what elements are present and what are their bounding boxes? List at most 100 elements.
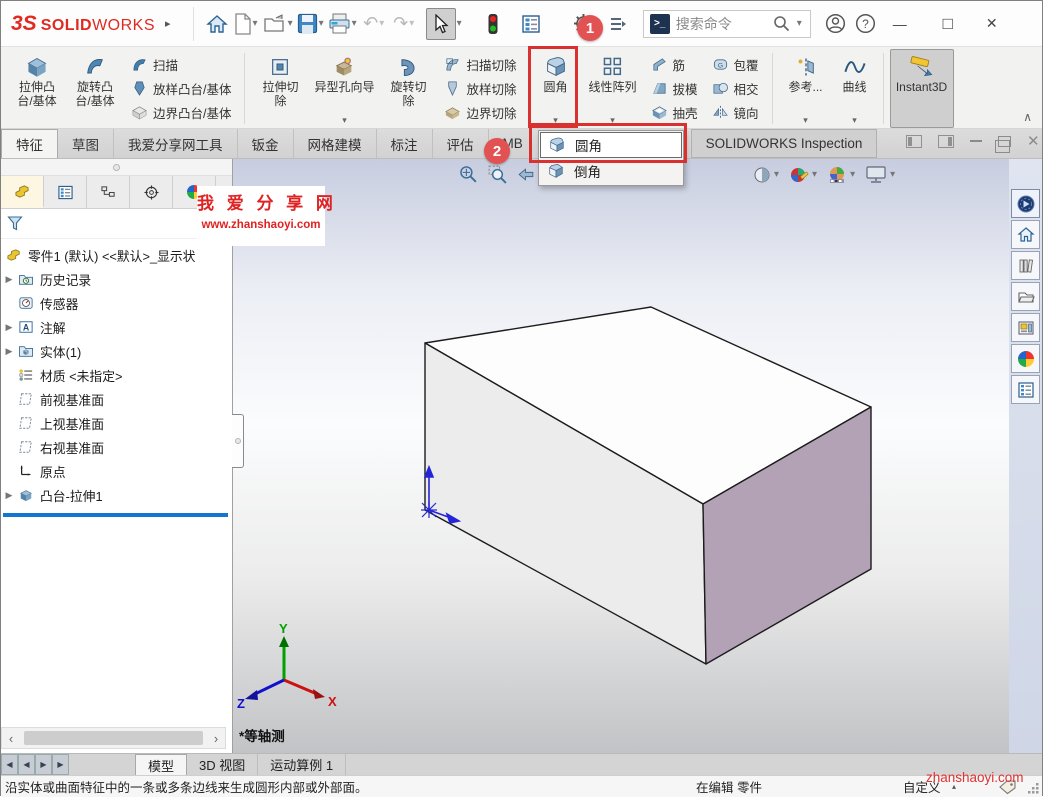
tree-item-history[interactable]: ▶ 历史记录 bbox=[1, 267, 232, 291]
file-explorer-button[interactable] bbox=[1011, 282, 1040, 311]
chevron-down-icon[interactable]: ▾ bbox=[797, 18, 802, 29]
custom-properties-button[interactable] bbox=[1011, 375, 1040, 404]
tree-item-solid-bodies[interactable]: ▶ 实体(1) bbox=[1, 339, 232, 363]
tab-dimxpert[interactable] bbox=[130, 176, 173, 208]
chevron-down-icon[interactable]: ▾ bbox=[352, 18, 357, 29]
tab-sheet-metal[interactable]: 钣金 bbox=[238, 129, 294, 158]
tag-icon[interactable] bbox=[998, 779, 1018, 795]
tree-item-boss-extrude1[interactable]: ▶ 凸台-拉伸1 bbox=[1, 483, 232, 507]
mirror-button[interactable]: 镜向 bbox=[707, 100, 764, 124]
tree-root[interactable]: 零件1 (默认) <<默认>_显示状 bbox=[1, 243, 232, 267]
panel-tabs-overflow[interactable]: ◀ bbox=[216, 176, 232, 208]
chevron-down-icon[interactable]: ▾ bbox=[610, 115, 615, 126]
chevron-down-icon[interactable]: ▾ bbox=[803, 115, 808, 126]
search-input[interactable]: 搜索命令 bbox=[676, 14, 767, 34]
doc-close-icon[interactable]: ✕ bbox=[1027, 132, 1040, 150]
tab-motion-study[interactable]: 运动算例 1 bbox=[258, 754, 346, 775]
next-tab-button[interactable]: ▶ bbox=[35, 754, 52, 775]
menu-flyout-icon[interactable]: ▸ bbox=[165, 17, 171, 30]
custom-label[interactable]: 自定义 bbox=[903, 777, 941, 796]
revolved-boss-button[interactable]: 旋转凸 台/基体 bbox=[66, 49, 124, 128]
panel-resize-grip[interactable] bbox=[1, 159, 232, 176]
account-button[interactable] bbox=[821, 8, 851, 40]
maximize-button[interactable]: □ bbox=[933, 9, 963, 39]
chevron-down-icon[interactable]: ▾ bbox=[457, 18, 462, 29]
rollback-bar[interactable] bbox=[3, 513, 228, 517]
tab-display-manager[interactable] bbox=[173, 176, 216, 208]
rebuild-button[interactable] bbox=[478, 8, 508, 40]
rib-button[interactable]: 筋 bbox=[646, 53, 703, 77]
resize-grip-icon[interactable] bbox=[1027, 782, 1040, 795]
revolved-cut-button[interactable]: 旋转切 除 bbox=[379, 49, 437, 128]
tab-solidworks-inspection[interactable]: SOLIDWORKS Inspection bbox=[691, 129, 877, 158]
boundary-cut-button[interactable]: 边界切除 bbox=[439, 100, 521, 124]
graphics-viewport[interactable]: ▾ ▾ ▾ ▾ bbox=[233, 159, 1011, 753]
open-button[interactable]: ▾ bbox=[262, 8, 296, 40]
shell-button[interactable]: 抽壳 bbox=[646, 100, 703, 124]
collapse-left-pane-icon[interactable] bbox=[906, 135, 922, 148]
sw-resources-button[interactable] bbox=[1011, 189, 1040, 218]
file-properties-button[interactable] bbox=[516, 8, 546, 40]
wrap-button[interactable]: G 包覆 bbox=[707, 53, 764, 77]
tree-item-annotations[interactable]: ▶ A 注解 bbox=[1, 315, 232, 339]
tab-sketch[interactable]: 草图 bbox=[58, 129, 114, 158]
linear-pattern-button[interactable]: 线性阵列 ▾ bbox=[582, 49, 644, 128]
tree-filter[interactable] bbox=[1, 209, 232, 239]
instant3d-button[interactable]: Instant3D bbox=[890, 49, 954, 128]
chevron-down-icon[interactable]: ▾ bbox=[553, 115, 558, 126]
tab-features[interactable]: 特征 bbox=[1, 129, 58, 158]
extruded-boss-button[interactable]: 拉伸凸 台/基体 bbox=[8, 49, 66, 128]
panel-collapse-handle[interactable] bbox=[232, 414, 244, 468]
tree-item-top-plane[interactable]: 上视基准面 bbox=[1, 411, 232, 435]
close-button[interactable]: ✕ bbox=[977, 9, 1007, 39]
home-pane-button[interactable] bbox=[1011, 220, 1040, 249]
minimize-button[interactable]: — bbox=[885, 9, 915, 39]
fillet-button[interactable]: 圆角 ▾ bbox=[530, 49, 582, 128]
model-canvas[interactable]: Y X Z bbox=[233, 159, 1011, 753]
xpress-products-button[interactable] bbox=[603, 8, 633, 40]
expand-icon[interactable]: ▶ bbox=[1, 346, 17, 357]
chevron-down-icon[interactable]: ▾ bbox=[319, 18, 324, 29]
doc-restore-icon[interactable] bbox=[998, 136, 1011, 147]
draft-button[interactable]: 拔模 bbox=[646, 77, 703, 101]
save-button[interactable]: ▾ bbox=[296, 8, 327, 40]
swept-cut-button[interactable]: 扫描切除 bbox=[439, 53, 521, 77]
scroll-left-icon[interactable]: ‹ bbox=[2, 731, 20, 746]
tab-markup[interactable]: 标注 bbox=[377, 129, 433, 158]
menu-item-chamfer[interactable]: 倒角 bbox=[540, 158, 682, 184]
curves-button[interactable]: 曲线 ▾ bbox=[833, 49, 877, 128]
view-palette-button[interactable] bbox=[1011, 313, 1040, 342]
collapse-right-pane-icon[interactable] bbox=[938, 135, 954, 148]
tree-item-material[interactable]: 材质 <未指定> bbox=[1, 363, 232, 387]
tree-horizontal-scrollbar[interactable]: ‹ › bbox=[1, 727, 226, 749]
tab-share-tools[interactable]: 我爱分享网工具 bbox=[114, 129, 238, 158]
tab-3d-views[interactable]: 3D 视图 bbox=[187, 754, 258, 775]
lofted-boss-button[interactable]: 放样凸台/基体 bbox=[126, 77, 236, 101]
print-button[interactable]: ▾ bbox=[327, 8, 360, 40]
tab-evaluate[interactable]: 评估 bbox=[433, 129, 489, 158]
undo-button[interactable]: ↶ ▾ bbox=[360, 8, 390, 40]
tab-property-manager[interactable] bbox=[44, 176, 87, 208]
prev-tab-button[interactable]: ◀ bbox=[18, 754, 35, 775]
sweep-button[interactable]: 扫描 bbox=[126, 53, 236, 77]
scrollbar-thumb[interactable] bbox=[24, 731, 203, 745]
tree-item-sensors[interactable]: 传感器 bbox=[1, 291, 232, 315]
chevron-down-icon[interactable]: ▾ bbox=[342, 115, 347, 126]
last-tab-button[interactable]: ▶ bbox=[52, 754, 69, 775]
tab-model[interactable]: 模型 bbox=[135, 754, 187, 775]
hole-wizard-button[interactable]: 异型孔向导 ▾ bbox=[309, 49, 379, 128]
help-button[interactable]: ? bbox=[851, 8, 881, 40]
select-tool-button[interactable] bbox=[426, 8, 456, 40]
reference-geometry-button[interactable]: 参考... ▾ bbox=[779, 49, 833, 128]
doc-minimize-icon[interactable] bbox=[970, 140, 982, 142]
tree-item-origin[interactable]: 原点 bbox=[1, 459, 232, 483]
chevron-down-icon[interactable]: ▾ bbox=[852, 115, 857, 126]
expand-icon[interactable]: ▶ bbox=[1, 322, 17, 333]
chevron-down-icon[interactable]: ▾ bbox=[288, 18, 293, 29]
chevron-down-icon[interactable]: ▾ bbox=[253, 18, 258, 29]
intersect-button[interactable]: 相交 bbox=[707, 77, 764, 101]
custom-expand-icon[interactable]: ▴ bbox=[952, 782, 956, 791]
new-document-button[interactable]: ▾ bbox=[232, 8, 262, 40]
extruded-cut-button[interactable]: 拉伸切 除 bbox=[251, 49, 309, 128]
tree-item-front-plane[interactable]: 前视基准面 bbox=[1, 387, 232, 411]
